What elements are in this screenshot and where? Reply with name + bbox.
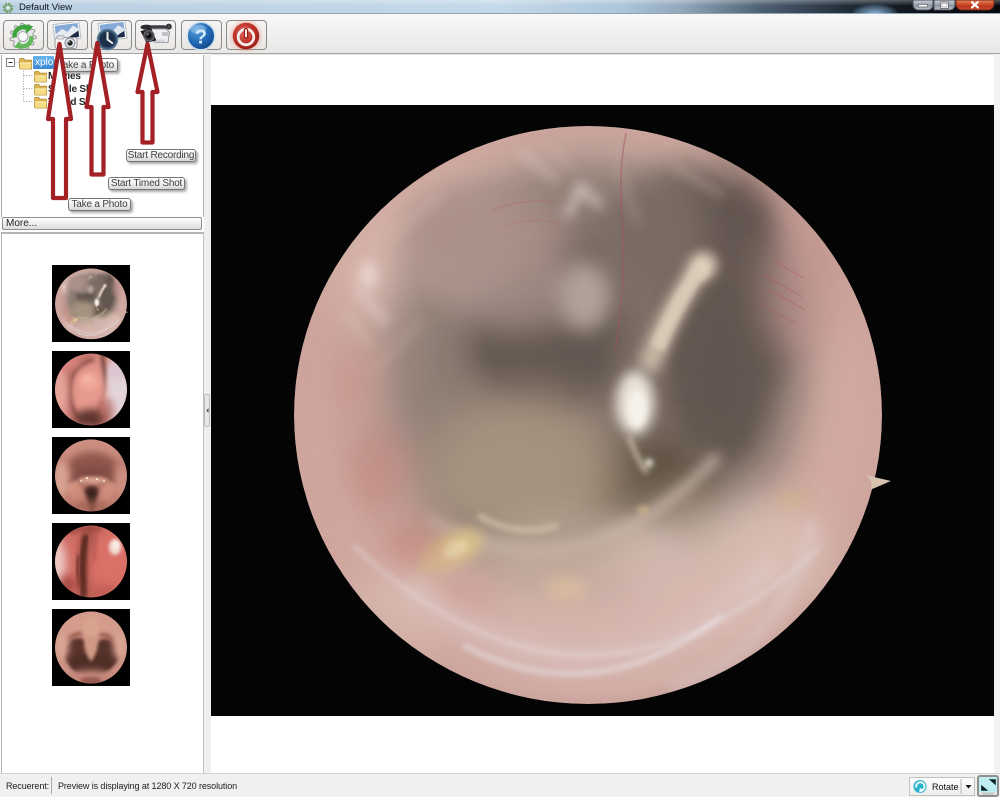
svg-text:Rotate: Rotate <box>932 782 959 792</box>
svg-text:?: ? <box>195 27 207 49</box>
